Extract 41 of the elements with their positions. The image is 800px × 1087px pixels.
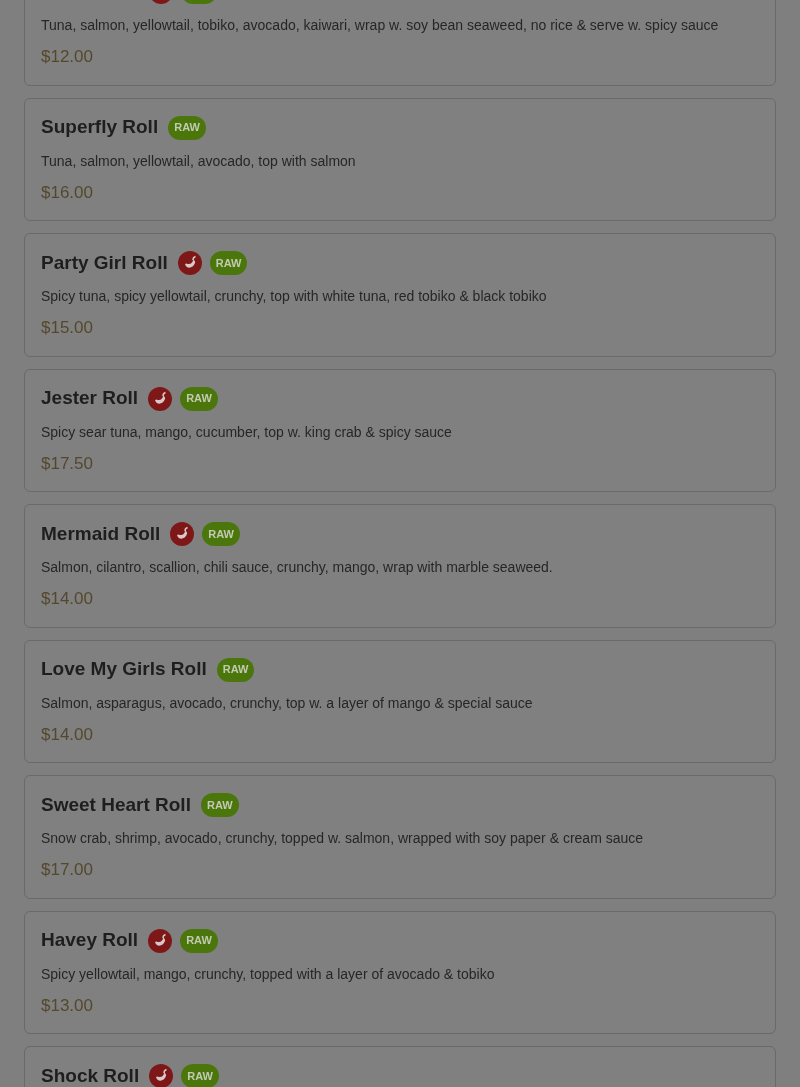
item-title: Love My Girls Roll — [41, 657, 207, 682]
menu-item-card[interactable]: Love My Girls Roll RAW Salmon, asparagus, avocado, crunchy, top w. a layer of mango & special sauce $14.00 — [24, 639, 776, 763]
raw-tag: RAW — [180, 386, 218, 411]
item-title: Party Girl Roll — [41, 250, 168, 275]
raw-tag: RAW — [216, 657, 255, 682]
menu-item-card[interactable]: Havey Roll RAW Spicy yellowtail, mango, crunchy, topped with a layer of avocado & tobiko $13.00 — [24, 910, 776, 1034]
menu-item-card[interactable]: Jester Roll RAW Spicy sear tuna, mango, cucumber, top w. king crab & spicy sauce $17.50 — [24, 368, 776, 492]
item-description: Salmon, cilantro, scallion, chili sauce, crunchy, mango, wrap with marble seaweed. — [41, 558, 554, 577]
item-price: $17.50 — [41, 452, 94, 475]
item-price: $13.00 — [41, 994, 94, 1017]
item-title: Mermaid Roll — [41, 521, 161, 546]
item-price: $17.00 — [41, 859, 94, 881]
item-title: Shock Roll — [41, 1063, 140, 1087]
item-title: Jester Roll — [41, 386, 139, 411]
menu-item-card[interactable]: Party Girl Roll RAW Spicy tuna, spicy yellowtail, crunchy, top with white tuna, red tobiko & black tobiko $15.00 — [24, 233, 776, 357]
raw-tag: RAW — [200, 793, 239, 817]
item-description: Tuna, salmon, yellowtail, avocado, top with salmon — [41, 151, 357, 171]
item-price: $12.00 — [41, 46, 94, 68]
raw-tag: RAW — [202, 522, 240, 546]
item-price: $14.00 — [41, 723, 94, 746]
item-description: Tuna, salmon, yellowtail, tobiko, avocado, kaiwari, wrap w. soy bean seaweed, no rice & serve w. spicy sauce — [41, 16, 720, 35]
item-description: Spicy sear tuna, mango, cucumber, top w. king crab & spicy sauce — [41, 422, 453, 442]
menu-item-card[interactable]: Shock Roll RAW — [24, 1046, 776, 1087]
item-title: Sweet Heart Roll — [41, 792, 191, 817]
raw-tag: RAW — [181, 1064, 219, 1087]
menu-item-card[interactable]: Sweet Heart Roll RAW Snow crab, shrimp, avocado, crunchy, topped w. salmon, wrapped with soy paper & cream sauce $17.00 — [24, 775, 776, 899]
item-price: $14.00 — [41, 588, 94, 610]
raw-tag: RAW — [180, 928, 218, 953]
item-description: Spicy tuna, spicy yellowtail, crunchy, top with white tuna, red tobiko & black tobiko — [41, 287, 548, 306]
item-price: $15.00 — [41, 317, 94, 339]
item-title: Superfly Roll — [41, 115, 159, 140]
menu-item-card[interactable]: Mermaid Roll RAW Salmon, cilantro, scallion, chili sauce, crunchy, mango, wrap with marble seaweed. $14.00 — [24, 504, 776, 628]
raw-tag: RAW — [168, 115, 206, 140]
raw-tag: RAW — [209, 251, 248, 275]
item-description: Snow crab, shrimp, avocado, crunchy, topped w. salmon, wrapped with soy paper & cream sauce — [41, 829, 645, 848]
item-description: Salmon, asparagus, avocado, crunchy, top w. a layer of mango & special sauce — [41, 693, 534, 713]
menu-item-card[interactable]: Tuna, salmon, yellowtail, tobiko, avocado, kaiwari, wrap w. soy bean seaweed, no rice & serve w. spicy sauce $12.00 — [24, 0, 776, 86]
item-title: Havey Roll — [41, 928, 139, 953]
item-price: $16.00 — [41, 181, 94, 204]
menu-item-card[interactable]: Superfly Roll RAW Tuna, salmon, yellowtail, avocado, top with salmon $16.00 — [24, 97, 776, 221]
item-description: Spicy yellowtail, mango, crunchy, topped with a layer of avocado & tobiko — [41, 964, 496, 984]
